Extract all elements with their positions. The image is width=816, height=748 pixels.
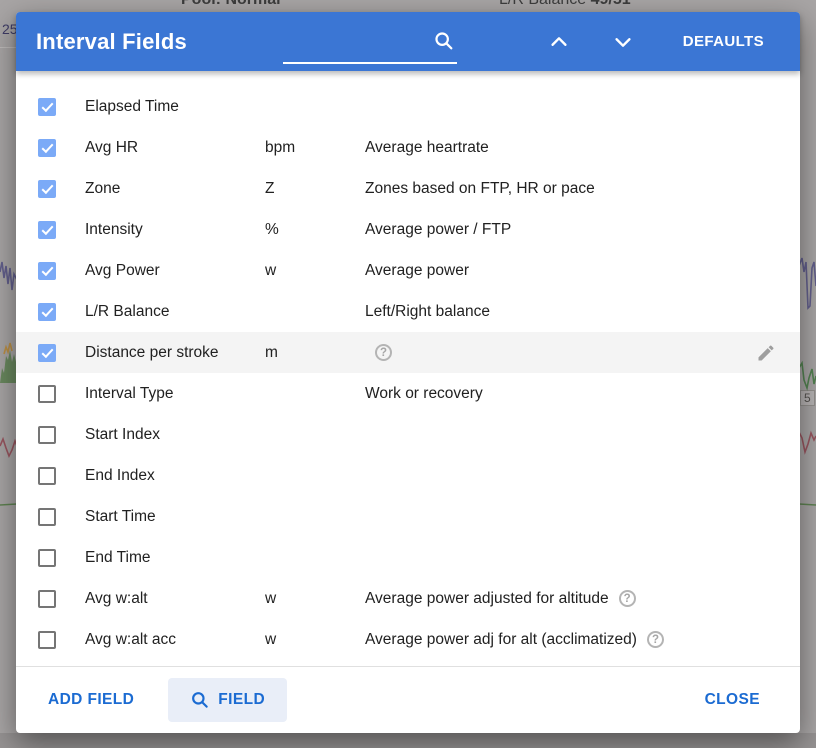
field-label: End Index: [85, 467, 265, 485]
field-row[interactable]: Intensity % Average power / FTP: [16, 209, 800, 250]
close-button[interactable]: CLOSE: [705, 685, 760, 715]
field-row[interactable]: Distance per stroke m: [16, 332, 800, 373]
field-row[interactable]: Avg Power w Average power: [16, 250, 800, 291]
field-description: Average power adjusted for altitude: [365, 590, 609, 608]
field-checkbox[interactable]: [38, 303, 56, 321]
background-gridline: [0, 47, 17, 48]
field-label: End Time: [85, 549, 265, 567]
search-icon[interactable]: [433, 30, 455, 57]
field-row[interactable]: Interval Type Work or recovery: [16, 373, 800, 414]
field-checkbox[interactable]: [38, 221, 56, 239]
field-checkbox[interactable]: [38, 467, 56, 485]
field-description: Average power adj for alt (acclimatized): [365, 631, 637, 649]
field-row[interactable]: Avg w:alt acc w Average power adj for al…: [16, 619, 800, 660]
field-checkbox[interactable]: [38, 508, 56, 526]
background-chart-fragment-right: [799, 228, 816, 748]
field-row[interactable]: End Index: [16, 455, 800, 496]
field-description: Zones based on FTP, HR or pace: [365, 180, 595, 198]
field-unit: w: [265, 631, 365, 649]
field-label: Start Index: [85, 426, 265, 444]
background-pool-label: Pool: Normal: [181, 0, 281, 9]
field-list: Elapsed Time Avg HR bpm Average heartrat…: [16, 71, 800, 666]
field-label: Avg w:alt acc: [85, 631, 265, 649]
move-down-button[interactable]: [605, 24, 641, 60]
field-label: Avg w:alt: [85, 590, 265, 608]
field-description: Average power: [365, 262, 469, 280]
field-row[interactable]: End Time: [16, 537, 800, 578]
field-row[interactable]: L/R Balance Left/Right balance: [16, 291, 800, 332]
field-row[interactable]: Zone Z Zones based on FTP, HR or pace: [16, 168, 800, 209]
chevron-up-icon: [548, 31, 570, 53]
field-label: Avg HR: [85, 139, 265, 157]
field-description: Work or recovery: [365, 385, 483, 403]
help-icon[interactable]: [619, 590, 636, 607]
background-bottom-strip: [0, 733, 816, 748]
field-row[interactable]: Elapsed Time: [16, 86, 800, 127]
field-description: Average heartrate: [365, 139, 489, 157]
background-lr-balance-label: L/R Balance 49/51: [499, 0, 631, 9]
field-checkbox[interactable]: [38, 180, 56, 198]
field-unit: w: [265, 590, 365, 608]
help-icon[interactable]: [647, 631, 664, 648]
field-checkbox[interactable]: [38, 262, 56, 280]
background-chart-fragment-left: [0, 228, 17, 748]
field-checkbox[interactable]: [38, 426, 56, 444]
field-label: Interval Type: [85, 385, 265, 403]
field-checkbox[interactable]: [38, 139, 56, 157]
field-label: Zone: [85, 180, 265, 198]
field-unit: Z: [265, 180, 365, 198]
field-row[interactable]: Avg HR bpm Average heartrate: [16, 127, 800, 168]
move-up-button[interactable]: [541, 24, 577, 60]
field-label: L/R Balance: [85, 303, 265, 321]
search-input[interactable]: [283, 26, 423, 56]
add-field-button[interactable]: ADD FIELD: [48, 685, 134, 715]
field-unit: %: [265, 221, 365, 239]
field-checkbox[interactable]: [38, 549, 56, 567]
field-checkbox[interactable]: [38, 98, 56, 116]
field-row[interactable]: Start Index: [16, 414, 800, 455]
interval-fields-dialog: Interval Fields DEFAULTS Elapsed Time: [16, 12, 800, 733]
dialog-header: Interval Fields DEFAULTS: [16, 12, 800, 71]
dialog-title: Interval Fields: [36, 29, 187, 55]
field-checkbox[interactable]: [38, 385, 56, 403]
field-description: Average power / FTP: [365, 221, 511, 239]
field-checkbox[interactable]: [38, 344, 56, 362]
defaults-button[interactable]: DEFAULTS: [681, 25, 766, 58]
edit-icon[interactable]: [756, 343, 776, 363]
field-label: Elapsed Time: [85, 98, 265, 116]
field-unit: m: [265, 344, 365, 362]
field-label: Start Time: [85, 508, 265, 526]
field-checkbox[interactable]: [38, 631, 56, 649]
field-search-button[interactable]: FIELD: [168, 678, 287, 722]
field-row[interactable]: Avg w:alt w Average power adjusted for a…: [16, 578, 800, 619]
search-icon: [190, 690, 210, 710]
field-label: Avg Power: [85, 262, 265, 280]
field-label: Intensity: [85, 221, 265, 239]
chevron-down-icon: [612, 31, 634, 53]
field-description: Left/Right balance: [365, 303, 490, 321]
field-label: Distance per stroke: [85, 344, 265, 362]
field-unit: bpm: [265, 139, 365, 157]
dialog-footer: ADD FIELD FIELD CLOSE: [16, 666, 800, 733]
help-icon[interactable]: [375, 344, 392, 361]
field-checkbox[interactable]: [38, 590, 56, 608]
field-row[interactable]: Start Time: [16, 496, 800, 537]
search-field[interactable]: [283, 26, 457, 64]
field-unit: w: [265, 262, 365, 280]
